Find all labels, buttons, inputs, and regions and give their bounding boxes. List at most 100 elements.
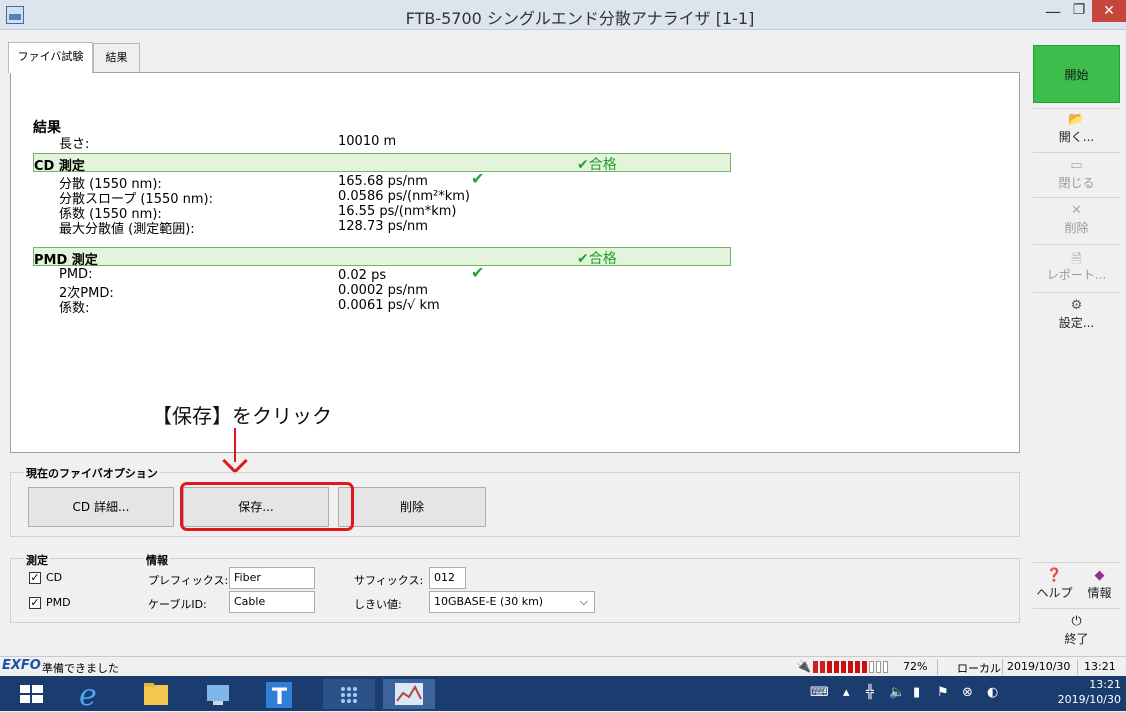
svg-text:T: T <box>272 685 287 709</box>
tab-fiber-test[interactable]: ファイバ試験 <box>8 42 93 73</box>
cd-pass-status: ✔合格 <box>577 157 617 173</box>
clock-date[interactable]: 2019/10/30 <box>1057 693 1121 706</box>
cable-id-label: ケーブルID: <box>148 598 207 611</box>
close-file-icon: ▭ <box>1070 158 1083 173</box>
chevron-up-icon[interactable]: ▴ <box>843 685 850 700</box>
maximize-button[interactable]: ❐ <box>1066 2 1092 24</box>
fiber-options-title: 現在のファイバオプション <box>24 465 160 481</box>
cd-checkbox[interactable]: ✓ <box>29 572 41 584</box>
battery-cell <box>834 661 839 673</box>
save-highlight-box <box>180 482 354 531</box>
suffix-label: サフィックス: <box>354 574 424 587</box>
threshold-select[interactable]: 10GBASE-E (30 km) ⌵ <box>429 591 595 613</box>
battery-cell <box>841 661 846 673</box>
network-icon[interactable]: ╬ <box>866 685 874 700</box>
delete-icon: ✕ <box>1071 203 1082 218</box>
pmd-row-value: 0.02 ps <box>338 268 387 283</box>
info-title: 情報 <box>144 552 170 568</box>
exit-button[interactable]: ⏻ 終了 <box>1033 614 1120 647</box>
exfo-logo: EXFO <box>2 658 41 673</box>
clock-time[interactable]: 13:21 <box>1066 678 1121 691</box>
status-x-icon[interactable]: ⊗ <box>962 685 973 700</box>
annotation-text: 【保存】をクリック <box>152 404 332 428</box>
cd-row-label: 最大分散値 (測定範囲): <box>59 222 195 237</box>
keyboard-icon[interactable]: ⌨ <box>810 685 829 700</box>
pmd-row-value: 0.0002 ps/nm <box>338 283 428 298</box>
battery-cell <box>827 661 832 673</box>
status-date: 2019/10/30 <box>1007 660 1071 673</box>
settings-icon: ⚙ <box>1070 298 1083 313</box>
measurement-title: 測定 <box>24 552 50 568</box>
check-icon: ✔ <box>471 263 485 282</box>
status-text: 準備できました <box>42 662 119 675</box>
pmd-pass-status: ✔合格 <box>577 251 617 267</box>
folder-open-icon: 📂 <box>1068 112 1085 127</box>
help-icon: ❓ <box>1046 568 1063 583</box>
open-label: 開く... <box>1058 130 1095 144</box>
pmd-row-label: PMD: <box>59 267 93 282</box>
pmd-title: PMD 測定 <box>34 253 98 268</box>
pmd-measurement-bar: PMD 測定 ✔合格 <box>33 247 731 268</box>
settings-button[interactable]: ⚙ 設定... <box>1033 298 1120 331</box>
exit-label: 終了 <box>1064 632 1089 646</box>
pmd-row-value: 0.0061 ps/√ km <box>338 298 440 313</box>
check-icon: ✔ <box>577 157 589 173</box>
sidebar-divider <box>1033 197 1120 198</box>
speaker-icon[interactable]: 🔈 <box>889 685 905 700</box>
windows-start-icon[interactable] <box>5 679 57 709</box>
close-window-button[interactable]: ✕ <box>1092 0 1126 22</box>
battery-cell <box>883 661 888 673</box>
tab-results[interactable]: 結果 <box>93 43 140 73</box>
delete-label: 削除 <box>1064 221 1089 235</box>
info-label: 情報 <box>1087 586 1112 600</box>
battery-cell <box>813 661 818 673</box>
battery-cell <box>862 661 867 673</box>
info-button[interactable]: ◆ 情報 <box>1078 568 1121 601</box>
file-explorer-icon[interactable] <box>130 679 182 709</box>
sidebar-divider <box>1033 562 1120 563</box>
t-app-icon[interactable]: T <box>254 679 306 710</box>
prefix-input[interactable]: Fiber <box>229 567 315 589</box>
open-button[interactable]: 📂 開く... <box>1033 112 1120 145</box>
cd-title: CD 測定 <box>34 159 85 174</box>
cable-id-input[interactable]: Cable <box>229 591 315 613</box>
results-heading: 結果 <box>33 120 61 136</box>
suffix-input[interactable]: 012 <box>429 567 466 589</box>
power-plug-icon: 🔌 <box>796 659 811 673</box>
pmd-checkbox[interactable]: ✓ <box>29 597 41 609</box>
cd-detail-button[interactable]: CD 詳細... <box>28 487 174 527</box>
flag-icon[interactable]: ⚑ <box>937 685 949 700</box>
minimize-button[interactable]: — <box>1040 2 1066 24</box>
threshold-label: しきい値: <box>354 598 402 611</box>
sidebar-divider <box>1033 152 1120 153</box>
delete-button[interactable]: 削除 <box>338 487 486 527</box>
prefix-label: プレフィックス: <box>148 574 229 587</box>
threshold-value: 10GBASE-E (30 km) <box>434 595 544 608</box>
status-time: 13:21 <box>1084 660 1116 673</box>
report-icon: 🗎 <box>1071 252 1082 267</box>
dotted-app-icon[interactable] <box>323 679 375 709</box>
analyzer-app-icon[interactable] <box>383 679 435 709</box>
status-divider <box>1002 659 1003 675</box>
battery-cell <box>855 661 860 673</box>
power-icon: ⏻ <box>1071 614 1082 629</box>
internet-explorer-icon[interactable]: e <box>65 678 117 712</box>
length-label: 長さ: <box>59 137 90 152</box>
sidebar-divider <box>1033 292 1120 293</box>
help-button[interactable]: ❓ ヘルプ <box>1033 568 1076 601</box>
app-icon[interactable] <box>6 6 24 24</box>
network-tool-icon[interactable] <box>193 679 245 709</box>
cd-row-value: 165.68 ps/nm <box>338 174 428 189</box>
delete-sidebar-button[interactable]: ✕ 削除 <box>1033 203 1120 236</box>
title-bar: FTB-5700 シングルエンド分散アナライザ [1-1] — ❐ ✕ <box>0 0 1126 30</box>
app-tray-icon[interactable]: ◐ <box>987 685 998 700</box>
report-button[interactable]: 🗎 レポート... <box>1033 250 1120 283</box>
signal-icon[interactable]: ▮ <box>913 685 920 700</box>
battery-cell <box>869 661 874 673</box>
close-button[interactable]: ▭ 閉じる <box>1033 158 1120 191</box>
taskbar: e T ⌨ ▴ ╬ 🔈 ▮ ⚑ ⊗ ◐ 13:21 2019/10/30 <box>0 676 1126 712</box>
pmd-checkbox-label: PMD <box>46 596 71 609</box>
start-button[interactable]: 開始 <box>1033 45 1120 103</box>
results-panel: 結果 長さ: 10010 m CD 測定 ✔合格 分散 (1550 nm): 1… <box>10 72 1020 453</box>
help-label: ヘルプ <box>1036 586 1073 600</box>
